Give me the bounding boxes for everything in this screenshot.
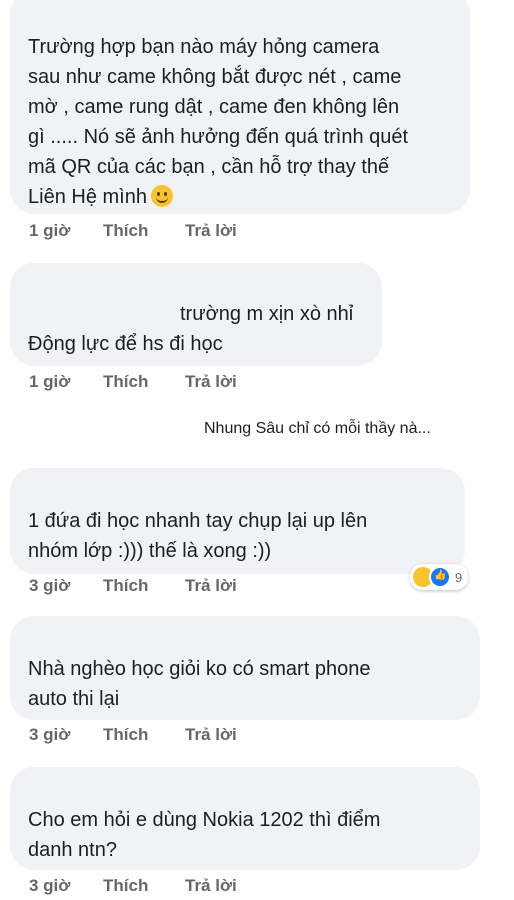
comment-meta: 3 giờ Thích Trả lời: [29, 876, 237, 896]
comment-bubble: trường m xịn xò nhỉ Động lực để hs đi họ…: [10, 263, 382, 366]
comment-text-line: danh ntn?: [28, 839, 117, 861]
comment-text-line: trường m xịn xò nhỉ: [180, 303, 354, 325]
like-link[interactable]: Thích: [103, 576, 185, 596]
comment-meta: 1 giờ Thích Trả lời: [29, 221, 237, 241]
comment-time: 1 giờ: [29, 221, 71, 240]
reaction-summary[interactable]: 9: [410, 564, 469, 590]
reply-link[interactable]: Trả lời: [185, 221, 237, 241]
comment-time: 1 giờ: [29, 372, 71, 391]
reply-preview[interactable]: Nhung Sâu chỉ có mỗi thầy nà...: [204, 420, 431, 438]
comment-text-line: mã QR của các bạn , cần hỗ trợ thay thế: [28, 156, 390, 178]
reply-link[interactable]: Trả lời: [185, 576, 237, 596]
comment-time: 3 giờ: [29, 876, 71, 895]
comment-bubble: Trường hợp bạn nào máy hỏng camera sau n…: [10, 0, 470, 214]
like-icon: [429, 566, 451, 588]
comment-text-line: Trường hợp bạn nào máy hỏng camera: [28, 36, 380, 58]
comment-text-line: mờ , came rung dật , came đen không lên: [28, 96, 400, 118]
comment-meta: 1 giờ Thích Trả lời: [29, 372, 237, 392]
like-link[interactable]: Thích: [103, 725, 185, 745]
smile-emoji-icon: [150, 185, 173, 207]
comment-text-line: Nhà nghèo học giỏi ko có smart phone: [28, 658, 371, 680]
comment-time: 3 giờ: [29, 576, 71, 595]
reply-link[interactable]: Trả lời: [185, 876, 237, 896]
comment-text-line: auto thi lại: [28, 688, 120, 710]
comment-text-line: Cho em hỏi e dùng Nokia 1202 thì điểm: [28, 809, 381, 831]
comment-text-line: Động lực để hs đi học: [28, 333, 223, 355]
reply-link[interactable]: Trả lời: [185, 372, 237, 392]
comment-text-line: sau như came không bắt được nét , came: [28, 66, 402, 88]
comment-text-line: nhóm lớp :))) thế là xong :)): [28, 540, 272, 562]
comment-bubble: Cho em hỏi e dùng Nokia 1202 thì điểm da…: [10, 767, 480, 870]
comment-meta: 3 giờ Thích Trả lời: [29, 725, 237, 745]
comment-text-line: 1 đứa đi học nhanh tay chụp lại up lên: [28, 510, 368, 532]
like-link[interactable]: Thích: [103, 221, 185, 241]
reply-link[interactable]: Trả lời: [185, 725, 237, 745]
like-link[interactable]: Thích: [103, 876, 185, 896]
comment-bubble: Nhà nghèo học giỏi ko có smart phone aut…: [10, 616, 480, 720]
comment-meta: 3 giờ Thích Trả lời: [29, 576, 237, 596]
comment-time: 3 giờ: [29, 725, 71, 744]
comment-text-line: Liên Hệ mình: [28, 186, 147, 208]
like-link[interactable]: Thích: [103, 372, 185, 392]
comment-text-line: gì ..... Nó sẽ ảnh hưởng đến quá trình q…: [28, 126, 409, 148]
reaction-count: 9: [455, 569, 463, 585]
comment-bubble: 1 đứa đi học nhanh tay chụp lại up lên n…: [10, 468, 465, 574]
